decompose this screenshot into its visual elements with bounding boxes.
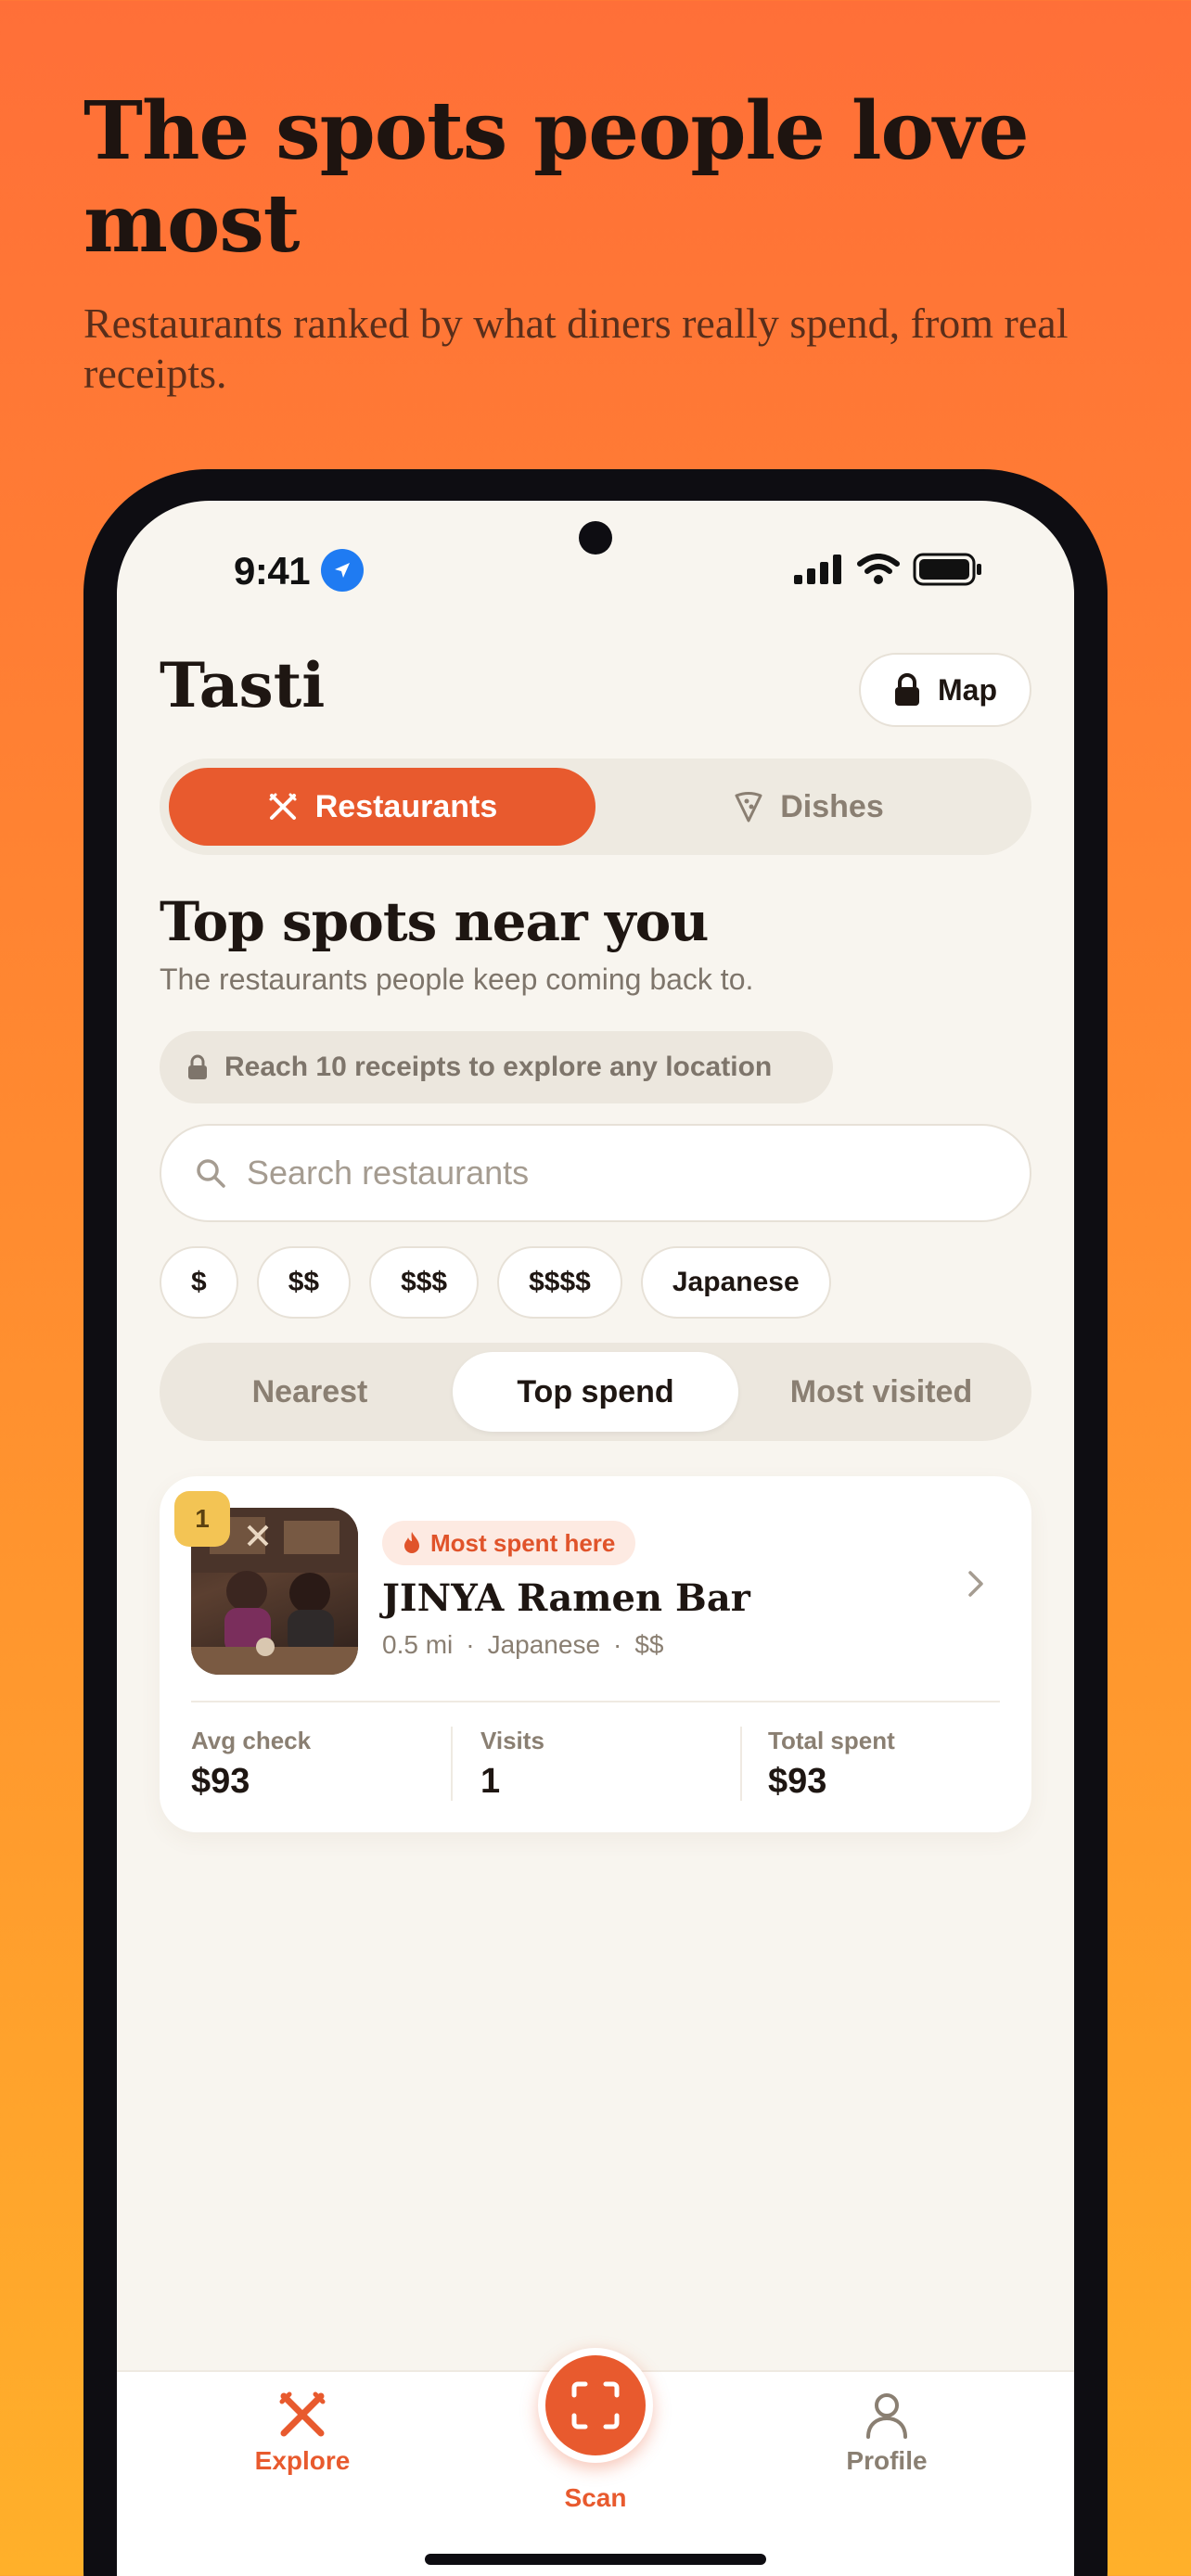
stat-label-visits: Visits: [480, 1727, 544, 1754]
restaurant-cuisine: Japanese: [487, 1630, 601, 1659]
filter-chips: $ $$ $$$ $$$$ Japanese: [160, 1246, 831, 1319]
stat-separator: [451, 1727, 453, 1801]
restaurant-name: JINYA Ramen Bar: [382, 1576, 750, 1620]
scan-button[interactable]: [538, 2348, 653, 2463]
hero-subtitle: Restaurants ranked by what diners really…: [83, 300, 1069, 397]
filter-chip-price-2[interactable]: $$: [256, 1246, 352, 1319]
front-camera: [579, 521, 612, 555]
stat-label-total-spent: Total spent: [768, 1727, 895, 1754]
restaurant-meta: 0.5 mi · Japanese · $$: [382, 1630, 664, 1660]
lock-icon: [188, 1054, 207, 1079]
tab-profile[interactable]: Profile: [813, 2389, 961, 2476]
home-indicator: [425, 2554, 766, 2565]
section-title: Top spots near you: [160, 890, 709, 953]
badge-text: Most spent here: [430, 1528, 616, 1557]
filter-chip-price-4[interactable]: $$$$: [497, 1246, 622, 1319]
tab-explore-label: Explore: [254, 2446, 351, 2475]
fork-knife-icon: [269, 793, 297, 820]
status-icons: [794, 553, 983, 586]
app-title: Tasti: [160, 649, 326, 721]
sort-most-visited[interactable]: Most visited: [740, 1352, 1022, 1432]
meta-separator: ·: [466, 1630, 475, 1659]
location-lock-notice: Reach 10 receipts to explore any locatio…: [160, 1031, 833, 1103]
filter-chip-japanese[interactable]: Japanese: [640, 1246, 831, 1319]
filter-chip-price-3[interactable]: $$$: [369, 1246, 480, 1319]
location-arrow-icon: [321, 549, 364, 592]
tab-restaurants-label: Restaurants: [314, 788, 498, 824]
tab-explore[interactable]: Explore: [228, 2389, 377, 2476]
app-screen: 9:41 Tasti Map Restaurants Dishes Top sp…: [117, 501, 1074, 2576]
section-subtitle: The restaurants people keep coming back …: [160, 963, 754, 996]
chevron-right-icon[interactable]: [965, 1567, 987, 1600]
lock-notice-text: Reach 10 receipts to explore any locatio…: [224, 1052, 773, 1082]
search-bar: [160, 1124, 1031, 1222]
sort-nearest[interactable]: Nearest: [169, 1352, 451, 1432]
stat-value-avg-check: $93: [191, 1762, 250, 1801]
meta-separator: ·: [613, 1630, 622, 1659]
tab-restaurants[interactable]: Restaurants: [169, 768, 596, 846]
rank-badge: 1: [174, 1491, 230, 1547]
sort-top-spend[interactable]: Top spend: [453, 1352, 738, 1432]
lock-icon: [895, 673, 919, 706]
card-divider: [191, 1701, 1000, 1702]
search-icon: [197, 1159, 225, 1188]
scan-frame-icon: [571, 2381, 620, 2429]
status-time: 9:41: [234, 549, 311, 593]
stat-label-avg-check: Avg check: [191, 1727, 312, 1754]
stat-value-total-spent: $93: [768, 1762, 827, 1801]
flame-icon: [404, 1532, 419, 1553]
cellular-signal-icon: [794, 555, 841, 584]
search-input[interactable]: [247, 1154, 952, 1192]
fork-knife-icon: [279, 2391, 326, 2437]
most-spent-badge: Most spent here: [382, 1521, 636, 1565]
tab-dishes-label: Dishes: [780, 788, 884, 824]
tab-profile-label: Profile: [846, 2446, 928, 2475]
map-button-label: Map: [938, 672, 997, 707]
battery-icon: [913, 553, 981, 586]
pizza-slice-icon: [735, 792, 762, 823]
map-button[interactable]: Map: [859, 653, 1031, 727]
stat-separator: [740, 1727, 742, 1801]
stat-value-visits: 1: [480, 1762, 501, 1801]
wifi-icon: [857, 554, 900, 584]
tab-scan-label[interactable]: Scan: [521, 2483, 670, 2513]
filter-chip-price-1[interactable]: $: [160, 1246, 238, 1319]
person-icon: [866, 2393, 907, 2439]
restaurant-price: $$: [634, 1630, 664, 1659]
tab-dishes[interactable]: Dishes: [596, 768, 1022, 846]
hero-title: The spots people love most: [83, 84, 1030, 271]
restaurant-distance: 0.5 mi: [382, 1630, 454, 1659]
